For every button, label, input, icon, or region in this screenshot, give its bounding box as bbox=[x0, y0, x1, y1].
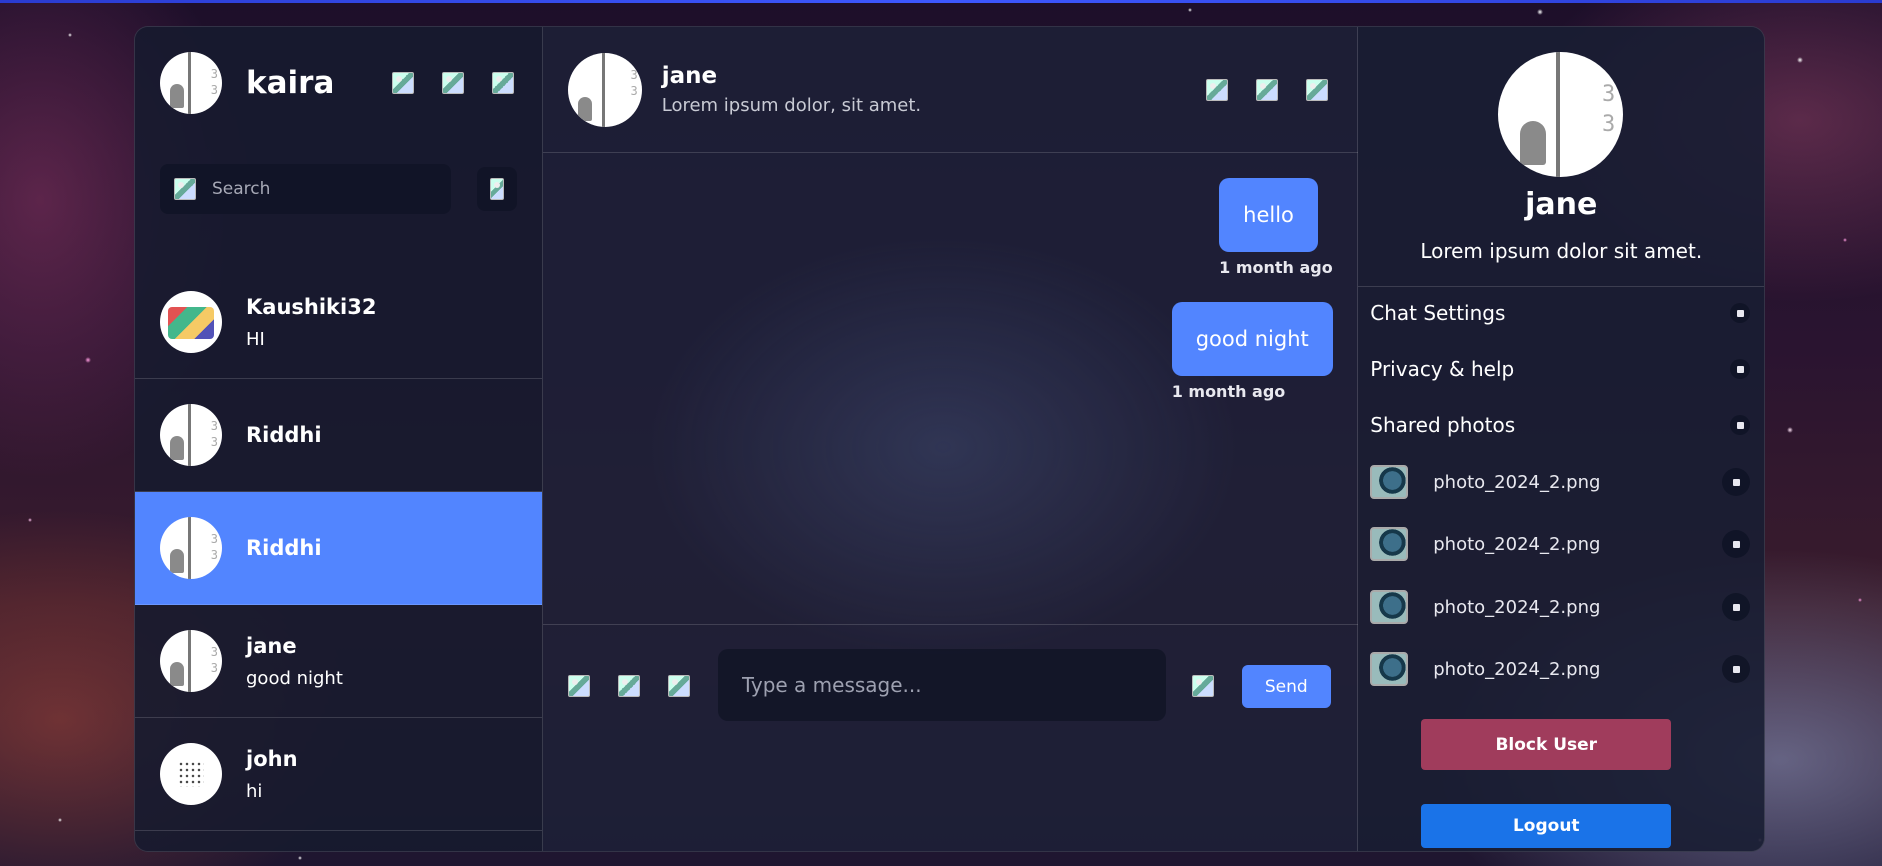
chat-avatar[interactable]: 33 bbox=[567, 52, 642, 127]
user-info: 33 kaira bbox=[160, 52, 334, 114]
plus-icon bbox=[490, 178, 504, 200]
search-bar bbox=[160, 164, 451, 214]
message-time: 1 month ago bbox=[1171, 382, 1286, 401]
video-icon[interactable] bbox=[1255, 79, 1278, 101]
user-avatar[interactable]: 33 bbox=[160, 52, 222, 114]
contact-avatar: 33 bbox=[160, 630, 222, 692]
contact-avatar: 33 bbox=[160, 517, 222, 579]
photo-filename: photo_2024_2.png bbox=[1433, 471, 1601, 493]
profile-status: Lorem ipsum dolor sit amet. bbox=[1420, 239, 1703, 263]
chat-contact-name: jane bbox=[661, 63, 718, 89]
chat-app-window: 33 kaira Kaushiki32 HI 33 bbox=[134, 26, 1765, 852]
contact-avatar bbox=[160, 291, 222, 353]
image-icon[interactable] bbox=[567, 675, 590, 697]
phone-icon[interactable] bbox=[1205, 79, 1228, 101]
mic-icon[interactable] bbox=[667, 675, 690, 697]
profile-card: 33 jane Lorem ipsum dolor sit amet. bbox=[1358, 27, 1764, 287]
contact-name: Kaushiki32 bbox=[246, 294, 377, 319]
more-icon[interactable] bbox=[392, 72, 414, 94]
details-panel: 33 jane Lorem ipsum dolor sit amet. Chat… bbox=[1358, 27, 1764, 851]
contact-avatar: 33 bbox=[160, 404, 222, 466]
option-label: Chat Settings bbox=[1370, 301, 1506, 325]
search-icon bbox=[174, 178, 196, 200]
emoji-icon[interactable] bbox=[1191, 675, 1214, 697]
message-bubble: good night bbox=[1171, 302, 1333, 376]
download-icon[interactable] bbox=[1722, 593, 1751, 621]
contact-last-message: HI bbox=[246, 328, 265, 350]
user-name: kaira bbox=[246, 65, 335, 101]
photo-filename: photo_2024_2.png bbox=[1433, 533, 1601, 555]
logout-button[interactable]: Logout bbox=[1421, 804, 1672, 848]
send-button[interactable]: Send bbox=[1241, 665, 1331, 708]
message-own: good night 1 month ago bbox=[1171, 302, 1333, 401]
contacts-panel: 33 kaira Kaushiki32 HI 33 bbox=[135, 27, 543, 851]
download-icon[interactable] bbox=[1722, 655, 1751, 683]
option-chat-settings[interactable]: Chat Settings bbox=[1370, 301, 1751, 325]
contact-item[interactable]: 33 Riddhi bbox=[135, 379, 542, 492]
photo-filename: photo_2024_2.png bbox=[1433, 596, 1601, 618]
message-time: 1 month ago bbox=[1219, 258, 1333, 277]
message-input[interactable] bbox=[717, 649, 1166, 721]
option-label: Privacy & help bbox=[1370, 357, 1515, 381]
photo-filename: photo_2024_2.png bbox=[1433, 658, 1601, 680]
chat-header: 33 jane Lorem ipsum dolor, sit amet. bbox=[542, 27, 1358, 153]
message-composer: Send bbox=[542, 624, 1358, 851]
contact-item-active[interactable]: 33 Riddhi bbox=[135, 492, 542, 605]
edit-icon[interactable] bbox=[492, 72, 514, 94]
option-privacy-help[interactable]: Privacy & help bbox=[1370, 357, 1751, 381]
contact-avatar bbox=[160, 743, 222, 805]
message-own: hello 1 month ago bbox=[1219, 178, 1333, 277]
download-icon[interactable] bbox=[1722, 468, 1751, 496]
contact-list: Kaushiki32 HI 33 Riddhi 33 Riddhi 33 jan bbox=[135, 266, 542, 831]
contact-name: jane bbox=[246, 633, 297, 658]
contact-item[interactable]: 33 jane good night bbox=[135, 605, 542, 718]
contact-name: john bbox=[246, 746, 298, 771]
contact-item[interactable]: john hi bbox=[135, 718, 542, 831]
contact-name: Riddhi bbox=[246, 536, 322, 560]
profile-avatar: 33 bbox=[1498, 52, 1624, 177]
shared-photo-item: photo_2024_2.png bbox=[1370, 587, 1751, 627]
download-icon[interactable] bbox=[1722, 530, 1751, 558]
photo-thumbnail[interactable] bbox=[1370, 527, 1409, 561]
video-icon[interactable] bbox=[442, 72, 464, 94]
block-user-button[interactable]: Block User bbox=[1421, 719, 1672, 770]
contact-item[interactable]: Kaushiki32 HI bbox=[135, 266, 542, 379]
photo-thumbnail[interactable] bbox=[1370, 652, 1409, 686]
search-input[interactable] bbox=[210, 178, 434, 200]
shared-photo-item: photo_2024_2.png bbox=[1370, 524, 1751, 564]
chat-contact-status: Lorem ipsum dolor, sit amet. bbox=[661, 95, 922, 116]
profile-name: jane bbox=[1525, 187, 1598, 222]
shared-photo-item: photo_2024_2.png bbox=[1370, 649, 1751, 689]
message-bubble: hello bbox=[1219, 178, 1318, 252]
photo-thumbnail[interactable] bbox=[1370, 465, 1409, 499]
contact-last-message: good night bbox=[246, 667, 343, 689]
option-label: Shared photos bbox=[1370, 413, 1516, 437]
info-icon[interactable] bbox=[1305, 79, 1328, 101]
chevron-icon[interactable] bbox=[1730, 303, 1751, 323]
chat-panel: 33 jane Lorem ipsum dolor, sit amet. hel… bbox=[542, 27, 1359, 851]
photo-thumbnail[interactable] bbox=[1370, 590, 1409, 624]
chevron-icon[interactable] bbox=[1730, 415, 1751, 435]
contact-name: Riddhi bbox=[246, 423, 322, 447]
shared-photo-item: photo_2024_2.png bbox=[1370, 462, 1751, 502]
contact-last-message: hi bbox=[246, 780, 263, 802]
chevron-icon[interactable] bbox=[1730, 359, 1751, 379]
option-shared-photos[interactable]: Shared photos bbox=[1370, 413, 1751, 437]
top-accent-bar bbox=[0, 0, 1882, 3]
message-list: hello 1 month ago good night 1 month ago bbox=[543, 154, 1358, 624]
camera-icon[interactable] bbox=[617, 675, 640, 697]
add-contact-button[interactable] bbox=[477, 167, 517, 211]
